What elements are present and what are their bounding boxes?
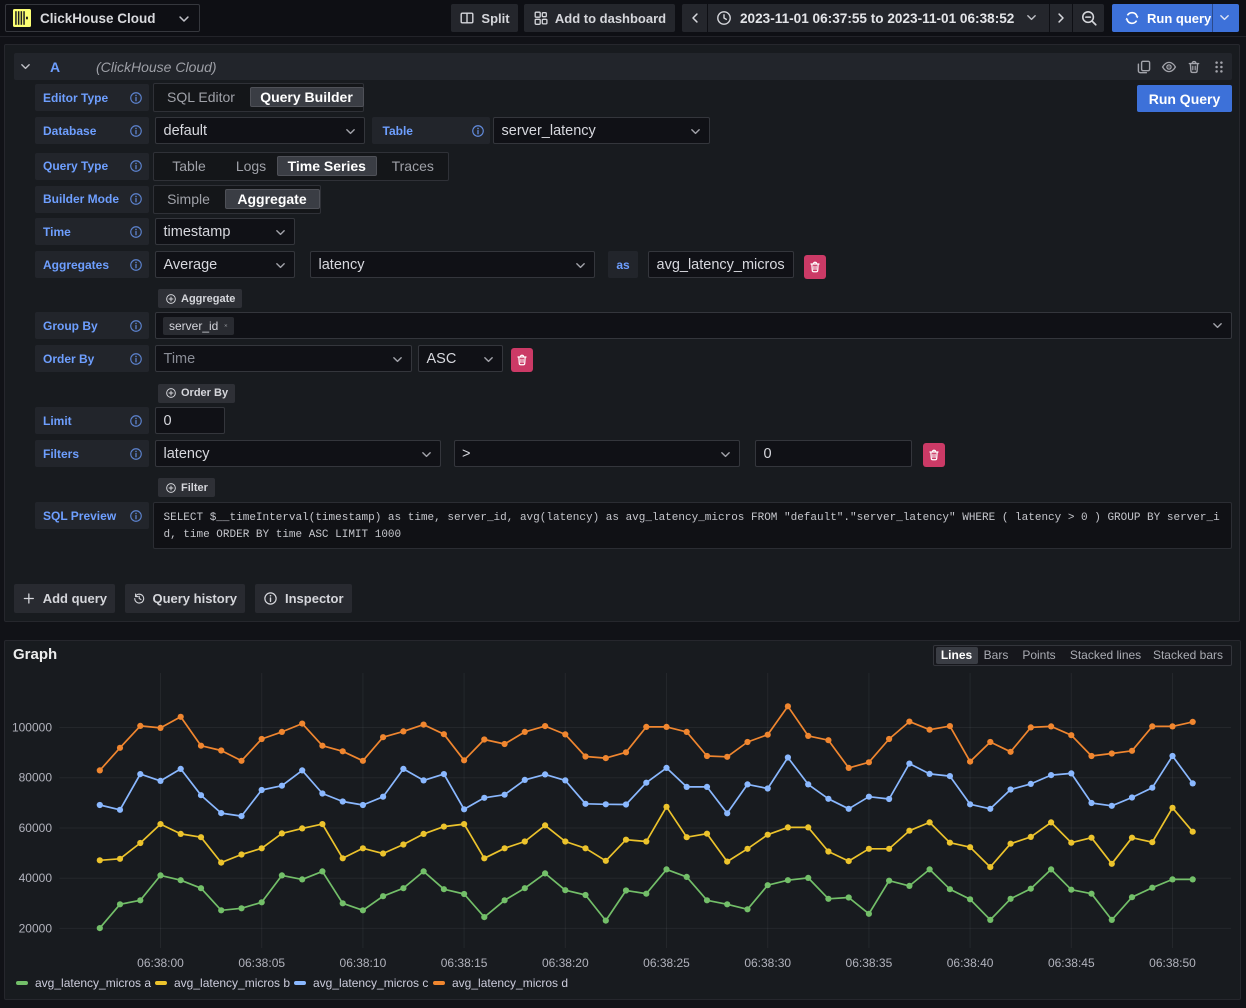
svg-text:06:38:35: 06:38:35: [846, 956, 893, 970]
svg-text:06:38:25: 06:38:25: [643, 956, 690, 970]
svg-text:06:38:50: 06:38:50: [1149, 956, 1196, 970]
svg-text:06:38:40: 06:38:40: [947, 956, 994, 970]
svg-text:06:38:10: 06:38:10: [340, 956, 387, 970]
svg-text:80000: 80000: [19, 771, 53, 785]
svg-text:60000: 60000: [19, 821, 53, 835]
svg-text:06:38:00: 06:38:00: [137, 956, 184, 970]
svg-text:06:38:30: 06:38:30: [744, 956, 791, 970]
svg-text:06:38:15: 06:38:15: [441, 956, 488, 970]
svg-text:06:38:45: 06:38:45: [1048, 956, 1095, 970]
svg-text:40000: 40000: [19, 871, 53, 885]
svg-text:06:38:05: 06:38:05: [238, 956, 285, 970]
svg-text:06:38:20: 06:38:20: [542, 956, 589, 970]
svg-text:20000: 20000: [19, 921, 53, 935]
svg-text:100000: 100000: [12, 721, 52, 735]
